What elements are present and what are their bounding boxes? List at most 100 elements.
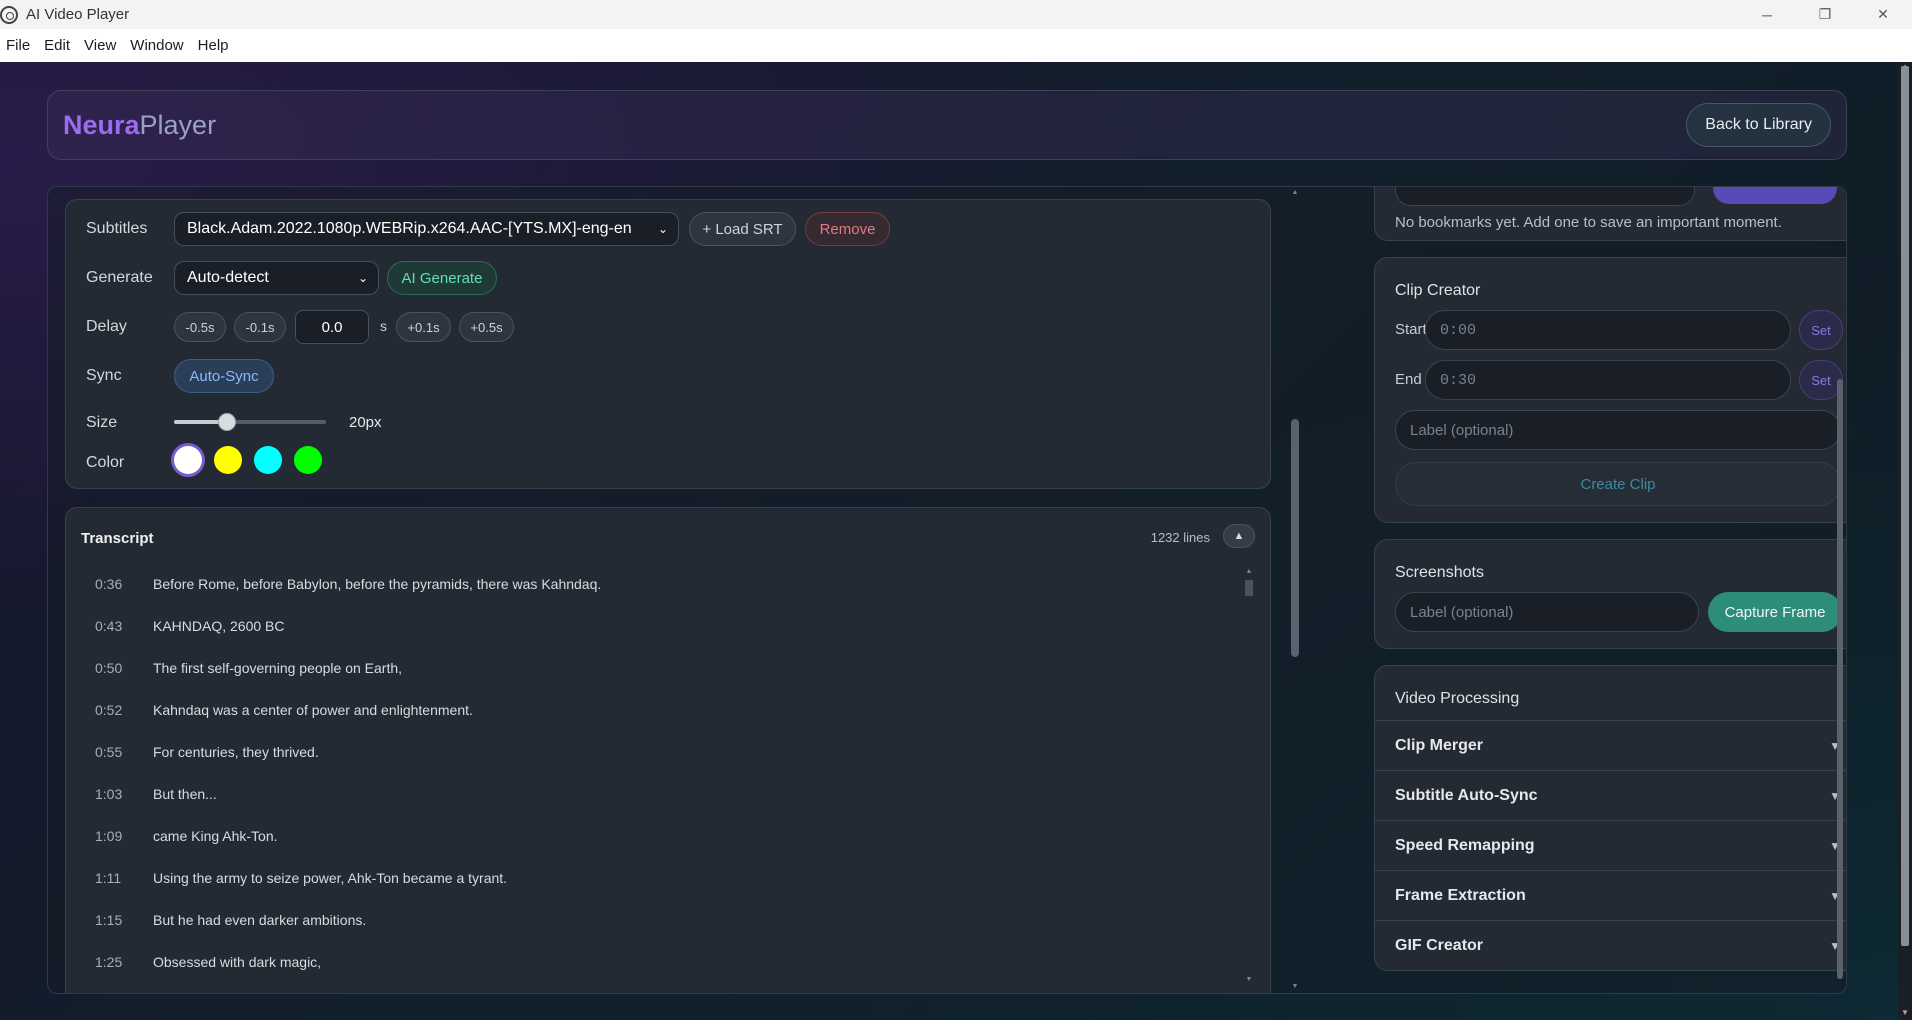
transcript-line[interactable]: 1:11 Using the army to seize power, Ahk-T… bbox=[66, 857, 1216, 899]
transcript-text: But he had even darker ambitions. bbox=[153, 912, 367, 928]
transcript-line[interactable]: 1:15 But he had even darker ambitions. bbox=[66, 899, 1216, 941]
scrollbar-thumb[interactable] bbox=[1837, 379, 1843, 979]
app-scrollbar[interactable]: ▲ ▼ bbox=[1898, 62, 1912, 1020]
capture-frame-button[interactable]: Capture Frame bbox=[1708, 592, 1842, 632]
right-scrollbar[interactable] bbox=[1834, 187, 1846, 993]
transcript-timestamp[interactable]: 0:52 bbox=[95, 702, 122, 718]
processing-item[interactable]: Subtitle Auto-Sync ▼ bbox=[1375, 770, 1846, 820]
transcript-title: Transcript bbox=[81, 530, 154, 547]
delay-minus-0-1-button[interactable]: -0.1s bbox=[234, 312, 286, 342]
processing-item-label: Clip Merger bbox=[1395, 736, 1484, 754]
generate-label: Generate bbox=[86, 269, 153, 286]
transcript-line[interactable]: 0:43 KAHNDAQ, 2600 BC bbox=[66, 605, 1216, 647]
transcript-line[interactable]: 1:03 But then... bbox=[66, 773, 1216, 815]
left-scrollbar[interactable]: ▲ ▼ bbox=[1290, 187, 1300, 993]
right-column: No bookmarks yet. Add one to save an imp… bbox=[1312, 187, 1846, 993]
create-clip-button[interactable]: Create Clip bbox=[1395, 462, 1841, 506]
transcript-line[interactable]: 0:36 Before Rome, before Babylon, before … bbox=[66, 563, 1216, 605]
scroll-down-icon[interactable]: ▼ bbox=[1900, 1008, 1910, 1017]
size-slider[interactable] bbox=[174, 412, 326, 432]
transcript-timestamp[interactable]: 1:25 bbox=[95, 954, 122, 970]
transcript-text: For centuries, they thrived. bbox=[153, 744, 319, 760]
transcript-timestamp[interactable]: 1:09 bbox=[95, 828, 122, 844]
transcript-timestamp[interactable]: 1:15 bbox=[95, 912, 122, 928]
menu-view[interactable]: View bbox=[78, 29, 124, 62]
transcript-line[interactable]: 1:09 came King Ahk-Ton. bbox=[66, 815, 1216, 857]
load-srt-button[interactable]: + Load SRT bbox=[689, 212, 796, 246]
transcript-timestamp[interactable]: 0:50 bbox=[95, 660, 122, 676]
video-processing-title: Video Processing bbox=[1395, 690, 1520, 707]
auto-sync-button[interactable]: Auto-Sync bbox=[174, 359, 274, 393]
menu-bar: File Edit View Window Help bbox=[0, 29, 1912, 62]
menu-window[interactable]: Window bbox=[124, 29, 191, 62]
transcript-timestamp[interactable]: 0:43 bbox=[95, 618, 122, 634]
scrollbar-thumb[interactable] bbox=[1901, 66, 1909, 946]
subtitles-label: Subtitles bbox=[86, 220, 148, 237]
size-value: 20px bbox=[349, 414, 382, 431]
subtitle-file-select[interactable]: Black.Adam.2022.1080p.WEBRip.x264.AAC-[Y… bbox=[174, 212, 679, 246]
transcript-line[interactable]: 0:55 For centuries, they thrived. bbox=[66, 731, 1216, 773]
transcript-text: Kahndaq was a center of power and enligh… bbox=[153, 702, 473, 718]
scroll-up-icon[interactable]: ▲ bbox=[1290, 189, 1300, 196]
no-bookmarks-text: No bookmarks yet. Add one to save an imp… bbox=[1395, 214, 1782, 231]
scroll-up-icon[interactable]: ▲ bbox=[1244, 568, 1254, 575]
delay-unit: s bbox=[380, 318, 387, 334]
transcript-line[interactable]: 0:52 Kahndaq was a center of power and en… bbox=[66, 689, 1216, 731]
processing-item[interactable]: Speed Remapping ▼ bbox=[1375, 820, 1846, 870]
ai-generate-button[interactable]: AI Generate bbox=[387, 261, 497, 295]
collapse-transcript-button[interactable]: ▲ bbox=[1223, 524, 1255, 548]
color-swatch[interactable] bbox=[214, 446, 242, 474]
transcript-timestamp[interactable]: 0:55 bbox=[95, 744, 122, 760]
menu-help[interactable]: Help bbox=[192, 29, 237, 62]
transcript-timestamp[interactable]: 1:03 bbox=[95, 786, 122, 802]
clip-start-label: Start bbox=[1395, 321, 1427, 338]
processing-item-label: Speed Remapping bbox=[1395, 836, 1535, 854]
restore-icon[interactable]: ❐ bbox=[1796, 0, 1854, 29]
screenshot-label-input[interactable]: Label (optional) bbox=[1395, 592, 1699, 632]
add-bookmark-button[interactable] bbox=[1713, 187, 1837, 204]
close-icon[interactable]: ✕ bbox=[1854, 0, 1912, 29]
delay-input[interactable]: 0.0 bbox=[295, 310, 369, 344]
processing-item[interactable]: Clip Merger ▼ bbox=[1375, 720, 1846, 770]
processing-item-label: Subtitle Auto-Sync bbox=[1395, 786, 1538, 804]
transcript-text: Before Rome, before Babylon, before the … bbox=[153, 576, 602, 592]
transcript-line[interactable]: 0:50 The first self-governing people on E… bbox=[66, 647, 1216, 689]
screenshots-card: Screenshots Label (optional) Capture Fra… bbox=[1374, 539, 1846, 649]
app-area: NeuraPlayer Back to Library Subtitles Bl… bbox=[0, 62, 1912, 1020]
menu-edit[interactable]: Edit bbox=[38, 29, 78, 62]
bookmark-label-input[interactable] bbox=[1395, 187, 1695, 206]
transcript-scrollbar[interactable]: ▲ ▼ bbox=[1244, 568, 1254, 988]
window-controls: ─ ❐ ✕ bbox=[1738, 0, 1912, 29]
minimize-icon[interactable]: ─ bbox=[1738, 0, 1796, 29]
scrollbar-thumb[interactable] bbox=[1291, 419, 1299, 657]
back-to-library-button[interactable]: Back to Library bbox=[1686, 103, 1831, 147]
transcript-panel: Transcript 1232 lines ▲ 0:36 Before Rome,… bbox=[65, 507, 1271, 993]
scroll-down-icon[interactable]: ▼ bbox=[1290, 983, 1300, 990]
delay-plus-0-5-button[interactable]: +0.5s bbox=[459, 312, 514, 342]
clip-start-input[interactable]: 0:00 bbox=[1425, 310, 1791, 350]
color-swatch[interactable] bbox=[294, 446, 322, 474]
transcript-timestamp[interactable]: 1:11 bbox=[95, 870, 121, 886]
processing-item[interactable]: Frame Extraction ▼ bbox=[1375, 870, 1846, 920]
delay-minus-0-5-button[interactable]: -0.5s bbox=[174, 312, 226, 342]
processing-item[interactable]: GIF Creator ▼ bbox=[1375, 920, 1846, 970]
chevron-down-icon: ⌄ bbox=[357, 271, 368, 285]
color-swatch[interactable] bbox=[174, 446, 202, 474]
clip-end-input[interactable]: 0:30 bbox=[1425, 360, 1791, 400]
scroll-down-icon[interactable]: ▼ bbox=[1244, 976, 1254, 983]
window-title: AI Video Player bbox=[26, 6, 130, 23]
transcript-timestamp[interactable]: 0:36 bbox=[95, 576, 122, 592]
color-swatch[interactable] bbox=[254, 446, 282, 474]
chevron-down-icon: ⌄ bbox=[657, 222, 668, 236]
screenshots-title: Screenshots bbox=[1395, 564, 1484, 581]
scrollbar-thumb[interactable] bbox=[1245, 580, 1253, 596]
transcript-line[interactable]: 1:25 Obsessed with dark magic, bbox=[66, 941, 1216, 983]
language-select[interactable]: Auto-detect ⌄ bbox=[174, 261, 379, 295]
remove-subtitle-button[interactable]: Remove bbox=[805, 212, 890, 246]
clip-label-input[interactable]: Label (optional) bbox=[1395, 410, 1841, 450]
slider-thumb[interactable] bbox=[218, 413, 237, 431]
app-icon bbox=[0, 5, 18, 24]
delay-plus-0-1-button[interactable]: +0.1s bbox=[396, 312, 451, 342]
menu-file[interactable]: File bbox=[0, 29, 38, 62]
title-bar: AI Video Player ─ ❐ ✕ bbox=[0, 0, 1912, 29]
